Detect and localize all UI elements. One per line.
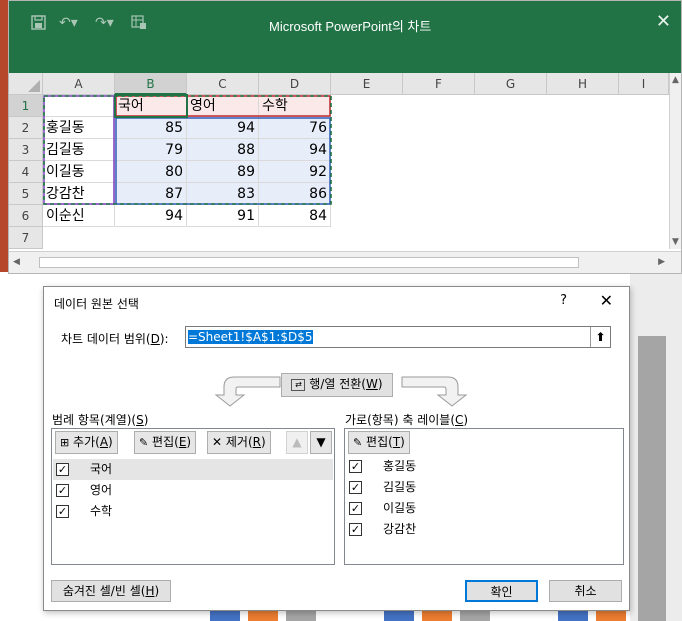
excel-chart-data-window: ↶▾ ↷▾ Microsoft PowerPoint의 차트 ✕ A B C D… bbox=[8, 0, 682, 274]
ok-button[interactable]: 확인 bbox=[465, 580, 538, 602]
add-series-button[interactable]: ⊞ 추가(A) bbox=[55, 431, 118, 454]
edit-icon: ✎ bbox=[353, 436, 363, 449]
scroll-left-icon[interactable]: ◀ bbox=[13, 257, 20, 267]
chart-bar bbox=[460, 611, 490, 621]
edit-axis-labels-button[interactable]: ✎ 편집(T) bbox=[348, 431, 410, 454]
checkbox[interactable]: ✓ bbox=[349, 523, 362, 536]
list-item[interactable]: ✓ 국어 bbox=[53, 459, 333, 480]
redo-icon[interactable]: ↷▾ bbox=[95, 15, 114, 31]
chart-bar bbox=[286, 611, 316, 621]
down-arrow-icon: ▼ bbox=[316, 435, 326, 449]
edit-icon: ✎ bbox=[139, 436, 149, 449]
checkbox[interactable]: ✓ bbox=[56, 505, 69, 518]
chart-range-label: 차트 데이터 범위(D): bbox=[61, 332, 169, 346]
legend-entries-label: 범례 항목(계열)(S) bbox=[52, 413, 149, 427]
chart-bar bbox=[638, 336, 666, 621]
list-item[interactable]: ✓ 이길동 bbox=[346, 498, 622, 519]
switch-row-column-button[interactable]: ⇄ 행/열 전환(W) bbox=[281, 373, 393, 397]
scroll-up-icon[interactable]: ▲ bbox=[672, 75, 679, 85]
curved-arrow-left-icon bbox=[214, 376, 281, 407]
chart-data-range-input[interactable]: =Sheet1!$A$1:$D$5 bbox=[185, 326, 611, 348]
switch-row-column-icon: ⇄ bbox=[291, 378, 306, 391]
move-up-button[interactable]: ▲ bbox=[286, 431, 308, 454]
hidden-empty-cells-button[interactable]: 숨겨진 셀/빈 셀(H) bbox=[51, 580, 171, 602]
list-item[interactable]: ✓ 김길동 bbox=[346, 477, 622, 498]
range-selection-outlines bbox=[43, 94, 332, 205]
select-data-source-dialog: 데이터 원본 선택 ? ✕ 차트 데이터 범위(D): =Sheet1!$A$1… bbox=[43, 286, 630, 611]
scrollbar-thumb[interactable] bbox=[39, 257, 579, 268]
remove-icon: ✕ bbox=[212, 435, 223, 449]
list-item[interactable]: ✓ 영어 bbox=[53, 480, 333, 501]
axis-labels-panel: ✎ 편집(T) ✓ 홍길동 ✓ 김길동 ✓ 이길동 ✓ 강감찬 bbox=[344, 428, 624, 565]
list-item[interactable]: ✓ 홍길동 bbox=[346, 456, 622, 477]
window-title: Microsoft PowerPoint의 차트 bbox=[269, 19, 432, 34]
checkbox[interactable]: ✓ bbox=[349, 481, 362, 494]
chart-bar bbox=[558, 611, 588, 621]
close-icon[interactable]: ✕ bbox=[656, 11, 671, 32]
chart-bar bbox=[384, 611, 414, 621]
chart-bar bbox=[596, 611, 626, 621]
legend-entries-panel: ⊞ 추가(A) ✎ 편집(E) ✕ 제거(R) ▲ ▼ ✓ 국어 ✓ 영어 ✓ … bbox=[51, 428, 335, 565]
chart-bar bbox=[210, 611, 240, 621]
checkbox[interactable]: ✓ bbox=[349, 460, 362, 473]
save-icon[interactable] bbox=[31, 15, 46, 34]
vertical-scrollbar[interactable]: ▲ ▼ bbox=[669, 73, 681, 249]
list-item[interactable]: ✓ 강감찬 bbox=[346, 519, 622, 540]
checkbox[interactable]: ✓ bbox=[56, 484, 69, 497]
chart-bar bbox=[422, 611, 452, 621]
curved-arrow-right-icon bbox=[401, 376, 468, 407]
edit-data-in-excel-icon[interactable] bbox=[131, 15, 147, 34]
help-button[interactable]: ? bbox=[560, 293, 567, 308]
undo-icon[interactable]: ↶▾ bbox=[59, 15, 78, 31]
checkbox[interactable]: ✓ bbox=[349, 502, 362, 515]
up-arrow-icon: ▲ bbox=[292, 435, 302, 449]
spreadsheet-grid[interactable]: A B C D E F G H I 1 2 3 4 5 6 7 국어 영어 수학… bbox=[9, 73, 669, 249]
excel-titlebar: ↶▾ ↷▾ Microsoft PowerPoint의 차트 ✕ bbox=[9, 1, 681, 73]
edit-series-button[interactable]: ✎ 편집(E) bbox=[134, 431, 197, 454]
scroll-down-icon[interactable]: ▼ bbox=[672, 237, 679, 247]
add-icon: ⊞ bbox=[60, 436, 70, 449]
close-icon[interactable]: ✕ bbox=[600, 291, 613, 310]
checkbox[interactable]: ✓ bbox=[56, 463, 69, 476]
cancel-button[interactable]: 취소 bbox=[549, 580, 622, 602]
horizontal-scrollbar[interactable]: ◀ ▶ bbox=[9, 251, 681, 273]
list-item[interactable]: ✓ 수학 bbox=[53, 501, 333, 522]
scroll-right-icon[interactable]: ▶ bbox=[658, 257, 665, 267]
chart-bar bbox=[248, 611, 278, 621]
move-down-button[interactable]: ▼ bbox=[310, 431, 332, 454]
collapse-dialog-icon[interactable]: ⬆ bbox=[590, 327, 610, 347]
dialog-title: 데이터 원본 선택 bbox=[54, 297, 139, 311]
axis-labels-label: 가로(항목) 축 레이블(C) bbox=[345, 413, 469, 427]
remove-series-button[interactable]: ✕ 제거(R) bbox=[207, 431, 271, 454]
